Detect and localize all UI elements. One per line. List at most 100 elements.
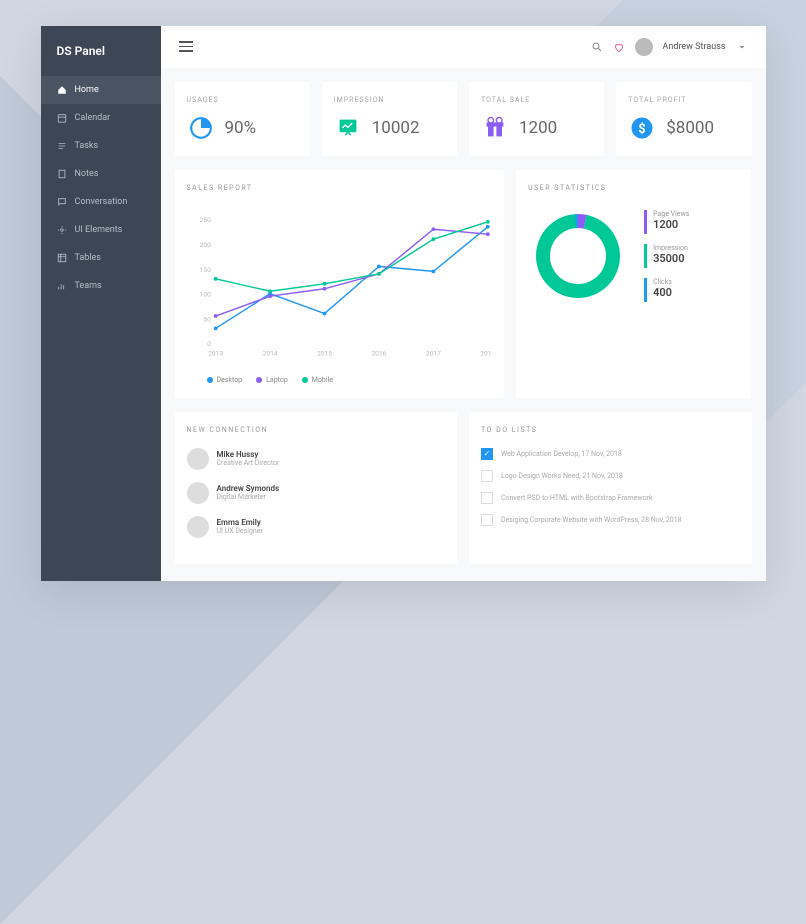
avatar — [187, 448, 209, 470]
svg-text:2018: 2018 — [480, 349, 492, 357]
topbar-right: Andrew Strauss — [591, 38, 748, 56]
main-area: Andrew Strauss USAGES90% IMPRESSION 10002 T… — [161, 26, 766, 581]
avatar — [187, 482, 209, 504]
brand-title: DS Panel — [41, 26, 161, 76]
todos-card: TO DO LISTS Web Application Develop, 17 … — [469, 412, 752, 564]
stat-card-usages: USAGES90% — [175, 82, 310, 156]
checkbox[interactable] — [481, 492, 493, 504]
svg-text:2014: 2014 — [262, 349, 277, 357]
svg-text:200: 200 — [199, 240, 210, 248]
checkbox[interactable] — [481, 470, 493, 482]
donut-chart — [528, 206, 628, 306]
userstats-title: USER STATISTICS — [528, 184, 739, 192]
nav-label: Home — [75, 85, 99, 95]
donut-stat: Impression35000 — [644, 244, 689, 268]
svg-text:2015: 2015 — [317, 349, 332, 357]
sidebar-item-tasks[interactable]: Tasks — [41, 132, 161, 160]
sidebar-item-calendar[interactable]: Calendar — [41, 104, 161, 132]
todos-title: TO DO LISTS — [481, 426, 740, 434]
stat-bar — [644, 278, 647, 302]
legend-item: Desktop — [207, 376, 243, 384]
todo-item[interactable]: Desiging Corporate Website with WordPres… — [481, 514, 740, 526]
stat-value: 35000 — [653, 252, 688, 265]
nav-icon — [57, 253, 67, 263]
nav-icon — [57, 141, 67, 151]
connection-item[interactable]: Andrew SymondsDigital Marketer — [187, 482, 446, 504]
charts-row: SALES REPORT 050100150200250201320142015… — [175, 170, 752, 398]
legend-label: Desktop — [217, 376, 243, 384]
bottom-row: NEW CONNECTION Mike HussyCreative Art Di… — [175, 412, 752, 564]
connection-item[interactable]: Emma EmilyUI UX Designer — [187, 516, 446, 538]
hamburger-icon[interactable] — [179, 41, 193, 52]
sales-chart: 050100150200250201320142015201620172018 — [187, 206, 493, 366]
stat-label: TOTAL PROFIT — [628, 96, 739, 104]
legend-item: Mobile — [302, 376, 333, 384]
nav-icon — [57, 113, 67, 123]
stat-icon — [481, 114, 509, 142]
svg-text:2017: 2017 — [425, 349, 440, 357]
stat-value: 90% — [225, 118, 257, 138]
notification-icon[interactable] — [613, 41, 625, 53]
stat-label: IMPRESSION — [334, 96, 445, 104]
svg-text:2013: 2013 — [208, 349, 223, 357]
svg-text:0: 0 — [207, 340, 211, 348]
nav-label: Tables — [75, 253, 101, 263]
nav-label: Teams — [75, 281, 102, 291]
stat-icon — [334, 114, 362, 142]
connection-role: Digital Marketer — [217, 493, 280, 501]
connection-item[interactable]: Mike HussyCreative Art Director — [187, 448, 446, 470]
sidebar-item-ui-elements[interactable]: UI Elements — [41, 216, 161, 244]
stat-label: Clicks — [653, 278, 672, 286]
legend-dot — [256, 377, 262, 383]
stat-icon: $ — [628, 114, 656, 142]
todo-item[interactable]: Web Application Develop, 17 Nov, 2018 — [481, 448, 740, 460]
checkbox[interactable] — [481, 448, 493, 460]
nav-icon — [57, 197, 67, 207]
sidebar-item-conversation[interactable]: Conversation — [41, 188, 161, 216]
stat-label: Page Views — [653, 210, 689, 218]
nav-icon — [57, 225, 67, 235]
svg-text:$: $ — [639, 121, 646, 136]
sidebar-item-teams[interactable]: Teams — [41, 272, 161, 300]
nav-label: Tasks — [75, 141, 99, 151]
todo-text: Web Application Develop, 17 Nov, 2018 — [501, 450, 622, 458]
todo-item[interactable]: Logo Design Works Need, 21 Nov, 2018 — [481, 470, 740, 482]
stat-label: Impression — [653, 244, 688, 252]
donut-stat: Page Views1200 — [644, 210, 689, 234]
connection-name: Andrew Symonds — [217, 484, 280, 493]
stat-icon — [187, 114, 215, 142]
user-stats-card: USER STATISTICS Page Views1200 Impression… — [516, 170, 751, 398]
sidebar-item-home[interactable]: Home — [41, 76, 161, 104]
legend-label: Mobile — [312, 376, 333, 384]
svg-text:150: 150 — [199, 265, 210, 273]
nav-label: Conversation — [75, 197, 128, 207]
connections-title: NEW CONNECTION — [187, 426, 446, 434]
stat-value: 1200 — [653, 218, 689, 231]
sidebar-item-tables[interactable]: Tables — [41, 244, 161, 272]
legend-dot — [207, 377, 213, 383]
todo-item[interactable]: Convert PSD to HTML with Bootstrap Frame… — [481, 492, 740, 504]
stat-value: $8000 — [666, 118, 714, 138]
stats-row: USAGES90%IMPRESSION10002TOTAL SALE1200TO… — [175, 82, 752, 156]
user-avatar[interactable] — [635, 38, 653, 56]
svg-text:100: 100 — [199, 290, 210, 298]
search-icon[interactable] — [591, 41, 603, 53]
sidebar-item-notes[interactable]: Notes — [41, 160, 161, 188]
todo-text: Logo Design Works Need, 21 Nov, 2018 — [501, 472, 623, 480]
connection-role: UI UX Designer — [217, 527, 263, 535]
connections-card: NEW CONNECTION Mike HussyCreative Art Di… — [175, 412, 458, 564]
nav-icon — [57, 281, 67, 291]
stat-card-impression: IMPRESSION 10002 — [322, 82, 457, 156]
connection-role: Creative Art Director — [217, 459, 280, 467]
legend-item: Laptop — [256, 376, 288, 384]
todo-text: Convert PSD to HTML with Bootstrap Frame… — [501, 494, 653, 502]
avatar — [187, 516, 209, 538]
nav-icon — [57, 85, 67, 95]
connection-name: Emma Emily — [217, 518, 263, 527]
user-name[interactable]: Andrew Strauss — [663, 42, 726, 52]
checkbox[interactable] — [481, 514, 493, 526]
sidebar: DS Panel Home Calendar Tasks Notes Conversat… — [41, 26, 161, 581]
stat-value: 10002 — [372, 118, 420, 138]
donut-stats: Page Views1200Impression35000Clicks400 — [644, 210, 689, 302]
chevron-down-icon[interactable] — [736, 41, 748, 53]
